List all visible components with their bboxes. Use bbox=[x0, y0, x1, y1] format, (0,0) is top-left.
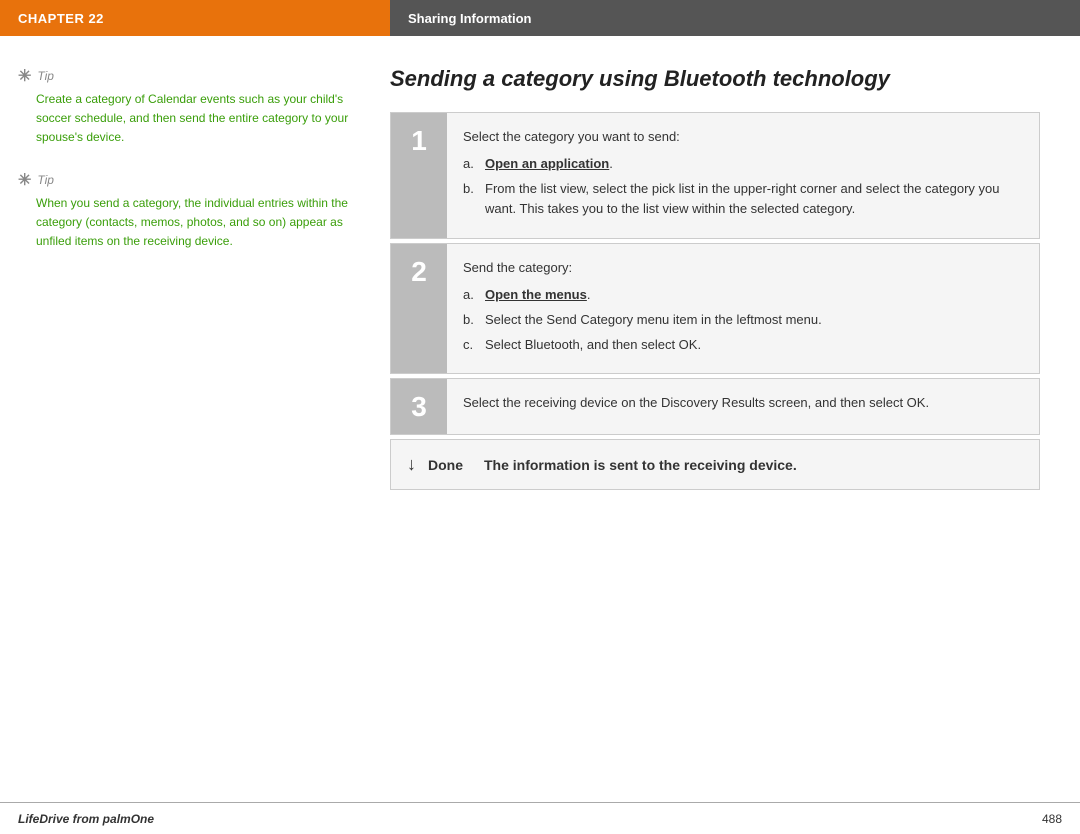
step-2-number: 2 bbox=[411, 258, 427, 286]
footer: LifeDrive from palmOne 488 bbox=[0, 802, 1080, 834]
tip-2-label: Tip bbox=[37, 173, 54, 187]
step-1-number: 1 bbox=[411, 127, 427, 155]
step-2-sub-c-label: c. bbox=[463, 335, 479, 356]
step-1-sub-a-label: a. bbox=[463, 154, 479, 175]
tip-2: ✳ Tip When you send a category, the indi… bbox=[18, 170, 370, 252]
step-1-sub-b-text: From the list view, select the pick list… bbox=[485, 179, 1023, 221]
header-section: Sharing Information bbox=[390, 0, 1080, 36]
footer-right: 488 bbox=[1042, 812, 1062, 826]
step-1-number-col: 1 bbox=[391, 113, 447, 238]
step-2-block: 2 Send the category: a. Open the menus. … bbox=[390, 243, 1040, 374]
tip-1-text: Create a category of Calendar events suc… bbox=[18, 90, 370, 148]
done-block: ↓ Done The information is sent to the re… bbox=[390, 439, 1040, 490]
tip-2-header: ✳ Tip bbox=[18, 170, 370, 190]
step-2-sub-a-label: a. bbox=[463, 285, 479, 306]
header: CHAPTER 22 Sharing Information bbox=[0, 0, 1080, 36]
step-2-sub-b: b. Select the Send Category menu item in… bbox=[463, 310, 1023, 331]
done-text: The information is sent to the receiving… bbox=[484, 457, 797, 473]
open-application-link: Open an application bbox=[485, 156, 609, 171]
page-content: Sending a category using Bluetooth techn… bbox=[390, 66, 1080, 782]
step-1-sub-a: a. Open an application. bbox=[463, 154, 1023, 175]
footer-left: LifeDrive from palmOne bbox=[18, 812, 154, 826]
step-1-sub-b: b. From the list view, select the pick l… bbox=[463, 179, 1023, 221]
step-1-intro: Select the category you want to send: bbox=[463, 127, 1023, 148]
tip-1-label: Tip bbox=[37, 69, 54, 83]
tip-2-text: When you send a category, the individual… bbox=[18, 194, 370, 252]
step-3-block: 3 Select the receiving device on the Dis… bbox=[390, 378, 1040, 435]
page-title: Sending a category using Bluetooth techn… bbox=[390, 66, 1040, 92]
tip-2-star-icon: ✳ bbox=[18, 170, 31, 190]
step-2-sub-c: c. Select Bluetooth, and then select OK. bbox=[463, 335, 1023, 356]
step-1-sub-b-label: b. bbox=[463, 179, 479, 221]
step-3-number-col: 3 bbox=[391, 379, 447, 434]
step-1-content: Select the category you want to send: a.… bbox=[447, 113, 1039, 238]
step-2-sub-a-text: Open the menus. bbox=[485, 285, 590, 306]
step-3-intro: Select the receiving device on the Disco… bbox=[463, 393, 1023, 414]
step-2-sub-c-text: Select Bluetooth, and then select OK. bbox=[485, 335, 701, 356]
header-chapter: CHAPTER 22 bbox=[0, 0, 390, 36]
sidebar: ✳ Tip Create a category of Calendar even… bbox=[0, 66, 390, 782]
chapter-label: CHAPTER 22 bbox=[18, 11, 104, 26]
done-icon: ↓ bbox=[407, 454, 416, 475]
step-2-content: Send the category: a. Open the menus. b.… bbox=[447, 244, 1039, 373]
section-label: Sharing Information bbox=[408, 11, 532, 26]
tip-1-header: ✳ Tip bbox=[18, 66, 370, 86]
step-2-number-col: 2 bbox=[391, 244, 447, 373]
step-1-sub-a-text: Open an application. bbox=[485, 154, 613, 175]
step-3-number: 3 bbox=[411, 393, 427, 421]
done-label: Done bbox=[428, 457, 472, 473]
step-2-intro: Send the category: bbox=[463, 258, 1023, 279]
step-3-content: Select the receiving device on the Disco… bbox=[447, 379, 1039, 434]
step-2-sub-b-label: b. bbox=[463, 310, 479, 331]
tip-1: ✳ Tip Create a category of Calendar even… bbox=[18, 66, 370, 148]
open-menus-link: Open the menus bbox=[485, 287, 587, 302]
main-content: ✳ Tip Create a category of Calendar even… bbox=[0, 36, 1080, 802]
tip-1-star-icon: ✳ bbox=[18, 66, 31, 86]
step-2-sub-a: a. Open the menus. bbox=[463, 285, 1023, 306]
step-1-block: 1 Select the category you want to send: … bbox=[390, 112, 1040, 239]
step-2-sub-b-text: Select the Send Category menu item in th… bbox=[485, 310, 822, 331]
